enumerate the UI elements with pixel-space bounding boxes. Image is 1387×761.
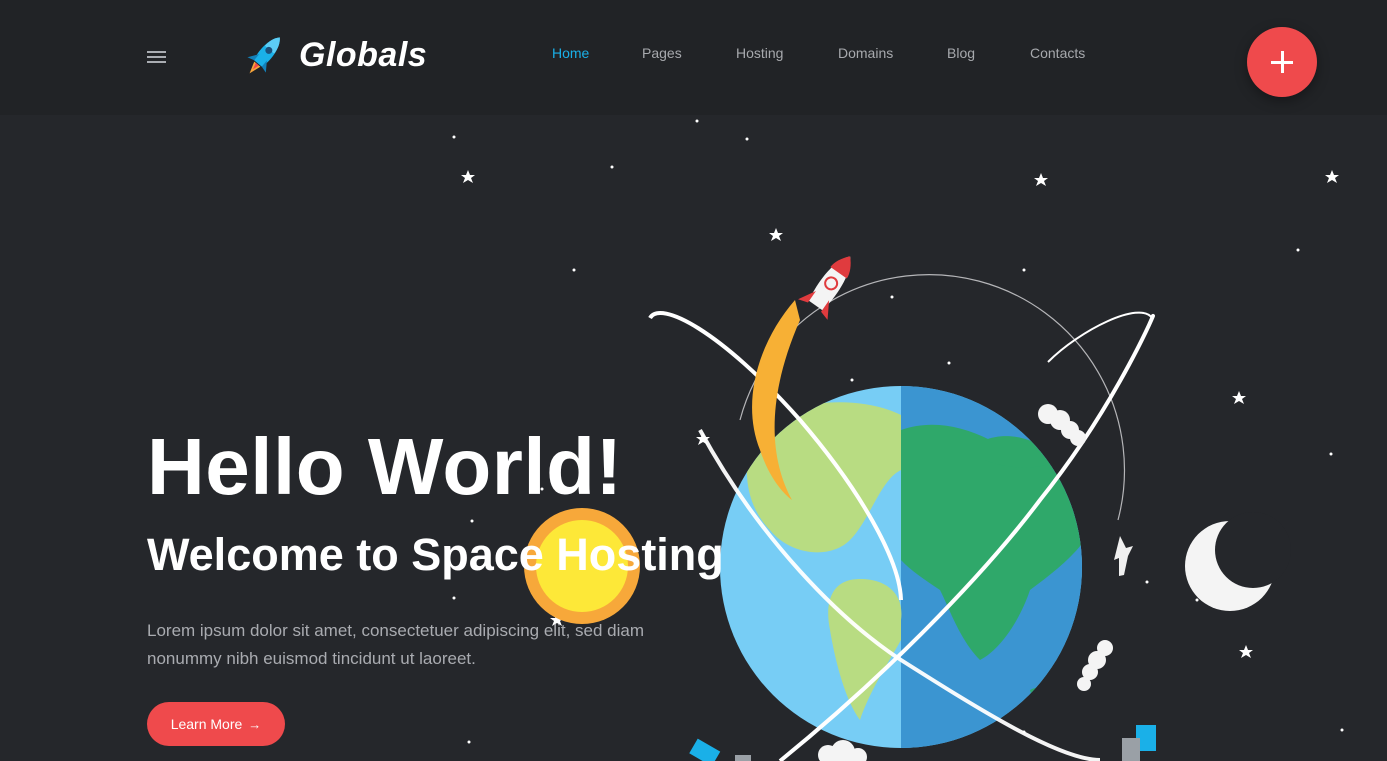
globe xyxy=(720,386,1082,748)
hero-description: Lorem ipsum dolor sit amet, consectetuer… xyxy=(147,621,645,668)
arrow-right-icon: → xyxy=(248,716,262,732)
nav-contacts[interactable]: Contacts xyxy=(1030,45,1085,61)
moon xyxy=(1185,512,1291,611)
satellite-right xyxy=(1122,725,1156,761)
nav-pages[interactable]: Pages xyxy=(642,45,682,61)
site-header: Globals Home Pages Hosting Domains Blog … xyxy=(0,0,1387,115)
main-nav: Home Pages Hosting Domains Blog Contacts xyxy=(0,45,1387,65)
plus-icon[interactable] xyxy=(1247,27,1317,97)
nav-blog[interactable]: Blog xyxy=(947,45,975,61)
hero-subtitle: Welcome to Space Hosting xyxy=(147,529,724,580)
learn-more-button[interactable]: Learn More → xyxy=(147,702,285,746)
nav-domains[interactable]: Domains xyxy=(838,45,893,61)
learn-more-label: Learn More xyxy=(170,716,243,732)
nav-hosting[interactable]: Hosting xyxy=(736,45,783,61)
airplane xyxy=(1114,536,1133,576)
satellite-left xyxy=(689,738,751,761)
nav-home[interactable]: Home xyxy=(552,45,589,61)
hero-title: Hello World! xyxy=(147,422,623,511)
